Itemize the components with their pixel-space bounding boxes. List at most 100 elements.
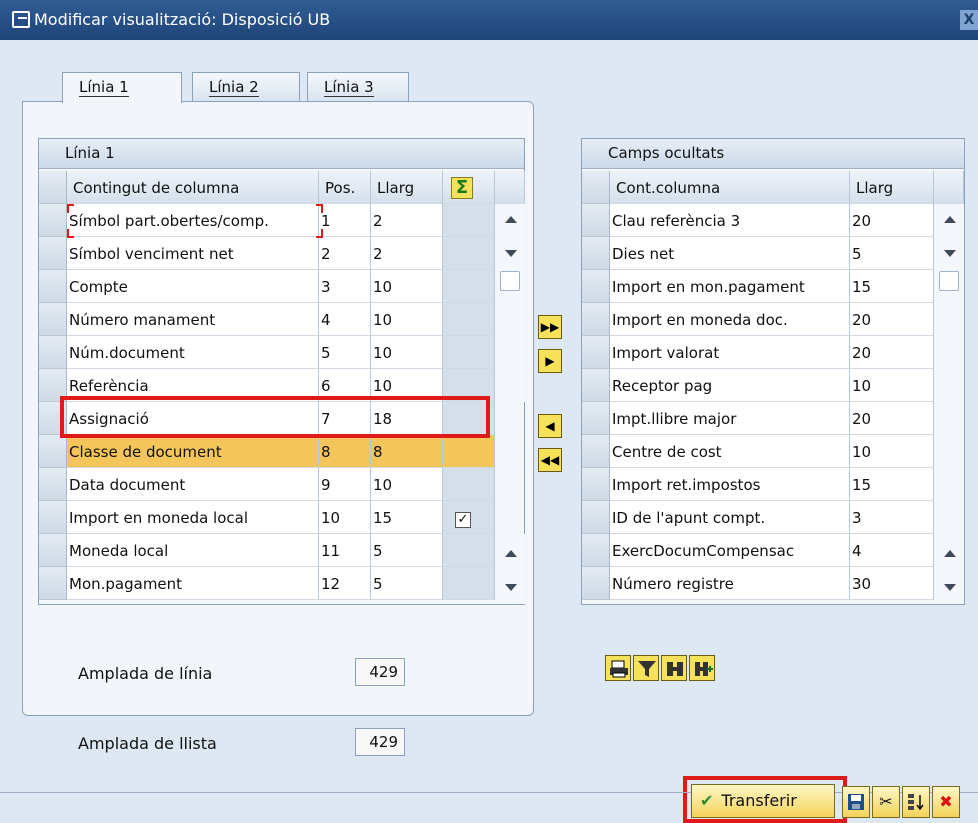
cell-pos[interactable]: 5	[319, 336, 371, 369]
find-icon[interactable]	[661, 655, 687, 681]
cell-content[interactable]: Import ret.impostos	[610, 468, 850, 501]
column-header-pos[interactable]: Pos.	[319, 171, 371, 204]
cell-length[interactable]: 2	[371, 204, 443, 237]
column-header-content[interactable]: Contingut de columna	[67, 171, 319, 204]
row-selector[interactable]	[582, 204, 610, 237]
cell-length[interactable]: 20	[850, 303, 934, 336]
row-selector[interactable]	[582, 501, 610, 534]
row-selector[interactable]	[39, 204, 67, 237]
row-selector[interactable]	[39, 303, 67, 336]
cell-content[interactable]: Classe de document	[67, 435, 319, 468]
cell-sum[interactable]	[443, 204, 495, 237]
cell-length[interactable]: 5	[371, 534, 443, 567]
select-all-button[interactable]	[582, 171, 610, 204]
cell-length[interactable]: 10	[371, 336, 443, 369]
row-selector[interactable]	[39, 336, 67, 369]
cell-length[interactable]: 10	[371, 303, 443, 336]
row-selector[interactable]	[39, 435, 67, 468]
cell-sum[interactable]	[443, 336, 495, 369]
row-selector[interactable]	[582, 303, 610, 336]
row-selector[interactable]	[39, 237, 67, 270]
scroll-thumb[interactable]	[939, 271, 959, 291]
row-selector[interactable]	[582, 567, 610, 600]
column-header-sum[interactable]: Σ	[443, 171, 495, 204]
row-selector[interactable]	[582, 336, 610, 369]
cancel-button[interactable]: ✖	[932, 786, 960, 818]
cell-content[interactable]: Centre de cost	[610, 435, 850, 468]
cell-content[interactable]: ID de l'apunt compt.	[610, 501, 850, 534]
scroll-down-icon[interactable]	[944, 250, 956, 257]
cell-length[interactable]: 10	[850, 369, 934, 402]
cell-pos[interactable]: 4	[319, 303, 371, 336]
find-next-icon[interactable]	[689, 655, 715, 681]
cell-content[interactable]: ExercDocumCompensac	[610, 534, 850, 567]
cell-content[interactable]: Moneda local	[67, 534, 319, 567]
cell-sum[interactable]	[443, 303, 495, 336]
close-icon[interactable]: X	[960, 10, 978, 30]
scroll-up-icon[interactable]	[505, 216, 517, 223]
cell-sum[interactable]: ✓	[443, 501, 495, 534]
row-selector[interactable]	[582, 369, 610, 402]
row-selector[interactable]	[39, 468, 67, 501]
cut-button[interactable]: ✂	[872, 786, 900, 818]
cell-content[interactable]: Import valorat	[610, 336, 850, 369]
cell-content[interactable]: Import en moneda doc.	[610, 303, 850, 336]
lower-scrollbar[interactable]	[934, 534, 964, 604]
cell-content[interactable]: Mon.pagament	[67, 567, 319, 600]
cell-pos[interactable]: 11	[319, 534, 371, 567]
move-all-left-button[interactable]: ◀◀	[538, 448, 562, 472]
cell-content[interactable]: Receptor pag	[610, 369, 850, 402]
row-selector[interactable]	[39, 501, 67, 534]
move-right-button[interactable]: ▶	[538, 349, 562, 373]
upper-scrollbar[interactable]	[495, 204, 525, 402]
print-icon[interactable]	[605, 655, 631, 681]
cell-pos[interactable]: 3	[319, 270, 371, 303]
filter-icon[interactable]	[633, 655, 659, 681]
cell-length[interactable]: 15	[850, 468, 934, 501]
cell-content[interactable]: Import en moneda local	[67, 501, 319, 534]
column-header-length[interactable]: Llarg	[850, 171, 934, 204]
cell-sum[interactable]	[443, 270, 495, 303]
cell-length[interactable]: 20	[850, 336, 934, 369]
scroll-thumb[interactable]	[500, 271, 520, 291]
lower-scrollbar[interactable]	[495, 534, 525, 604]
row-selector[interactable]	[582, 270, 610, 303]
row-selector[interactable]	[582, 468, 610, 501]
upper-scrollbar[interactable]	[934, 204, 964, 304]
cell-length[interactable]: 4	[850, 534, 934, 567]
row-selector[interactable]	[39, 270, 67, 303]
transfer-button[interactable]: ✔ Transferir	[691, 784, 835, 818]
cell-length[interactable]: 20	[850, 204, 934, 237]
cell-length[interactable]: 30	[850, 567, 934, 600]
cell-pos[interactable]: 10	[319, 501, 371, 534]
row-selector[interactable]	[582, 402, 610, 435]
cell-pos[interactable]: 1	[319, 204, 371, 237]
cell-pos[interactable]: 9	[319, 468, 371, 501]
cell-content[interactable]: Número registre	[610, 567, 850, 600]
cell-length[interactable]: 5	[371, 567, 443, 600]
cell-content[interactable]: Número manament	[67, 303, 319, 336]
cell-content[interactable]: Símbol venciment net	[67, 237, 319, 270]
sum-checkbox[interactable]: ✓	[455, 512, 471, 528]
row-selector[interactable]	[39, 534, 67, 567]
cell-pos[interactable]: 2	[319, 237, 371, 270]
scroll-up-icon[interactable]	[944, 550, 956, 557]
row-selector[interactable]	[582, 435, 610, 468]
select-all-button[interactable]	[39, 171, 67, 204]
save-variant-button[interactable]	[842, 786, 870, 818]
cell-length[interactable]: 5	[850, 237, 934, 270]
sort-button[interactable]	[902, 786, 930, 818]
row-selector[interactable]	[39, 567, 67, 600]
scroll-down-icon[interactable]	[505, 250, 517, 257]
cell-content[interactable]: Import en mon.pagament	[610, 270, 850, 303]
tab-linia-1[interactable]: Línia 1	[62, 72, 182, 103]
row-selector[interactable]	[582, 237, 610, 270]
cell-content[interactable]: Impt.llibre major	[610, 402, 850, 435]
scroll-up-icon[interactable]	[505, 550, 517, 557]
cell-content[interactable]: Data document	[67, 468, 319, 501]
cell-sum[interactable]	[443, 237, 495, 270]
cell-sum[interactable]	[443, 468, 495, 501]
move-all-right-button[interactable]: ▶▶	[538, 315, 562, 339]
cell-length[interactable]: 8	[371, 435, 443, 468]
cell-pos[interactable]: 8	[319, 435, 371, 468]
